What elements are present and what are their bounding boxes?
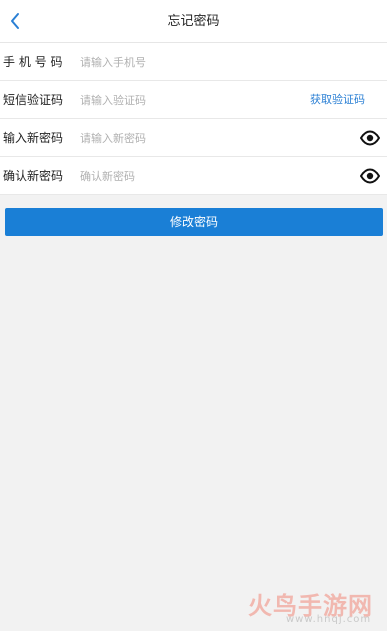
eye-icon[interactable] — [360, 168, 380, 184]
sms-code-label: 短信验证码 — [3, 93, 64, 107]
get-code-button[interactable]: 获取验证码 — [310, 81, 365, 119]
navbar: 忘记密码 — [0, 0, 387, 43]
confirm-password-label: 确认新密码 — [3, 169, 64, 183]
eye-icon[interactable] — [360, 130, 380, 146]
new-password-input[interactable] — [80, 128, 280, 148]
new-password-row: 输入新密码 — [0, 119, 387, 157]
new-password-label: 输入新密码 — [3, 131, 64, 145]
watermark: 火鸟手游网 www.hnqj.com — [248, 586, 384, 628]
sms-code-input[interactable] — [80, 90, 280, 110]
confirm-password-input[interactable] — [80, 166, 280, 186]
change-password-button[interactable]: 修改密码 — [5, 208, 383, 236]
sms-code-row: 短信验证码 获取验证码 — [0, 81, 387, 119]
phone-label: 手 机 号 码 — [3, 55, 63, 69]
page-title: 忘记密码 — [167, 14, 220, 29]
forgot-password-screen: 忘记密码 手 机 号 码 短信验证码 获取验证码 输入新密码 确认新密码 — [0, 0, 387, 631]
reset-password-form: 手 机 号 码 短信验证码 获取验证码 输入新密码 确认新密码 — [0, 43, 387, 195]
phone-input[interactable] — [80, 52, 280, 72]
phone-row: 手 机 号 码 — [0, 43, 387, 81]
watermark-url: www.hnqj.com — [286, 614, 372, 625]
confirm-password-row: 确认新密码 — [0, 157, 387, 195]
